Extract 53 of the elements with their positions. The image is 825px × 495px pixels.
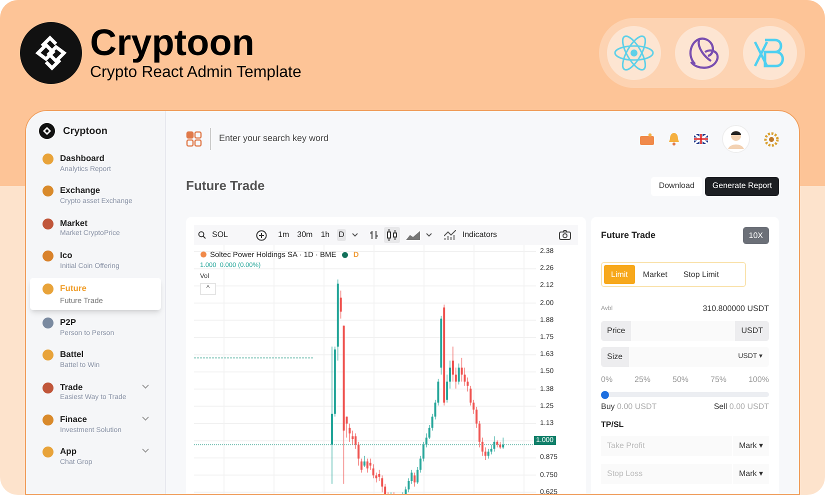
candle-style-icon[interactable] <box>384 227 400 243</box>
available-value: 310.800000 USDT <box>702 303 769 315</box>
flag-icon <box>694 134 708 144</box>
interval-tab[interactable]: 30m <box>296 229 314 241</box>
take-profit-field[interactable]: Take Profit <box>601 436 732 456</box>
price-field[interactable]: Price USDT <box>601 321 769 341</box>
mark-dropdown[interactable]: Mark ▾ <box>733 436 769 456</box>
atom-icon <box>607 26 661 80</box>
caret-icon[interactable] <box>426 233 432 237</box>
sun-icon <box>200 251 207 258</box>
sell-amount: Sell 0.00 USDT <box>714 401 769 413</box>
camera-icon[interactable] <box>559 230 571 240</box>
stop-loss-field[interactable]: Stop Loss <box>601 464 732 484</box>
symbol-field[interactable]: SOL <box>212 229 250 241</box>
chevron-down-icon[interactable] <box>142 448 149 453</box>
order-type-tab[interactable]: Stop Limit <box>675 265 727 284</box>
leverage-button[interactable]: 10X <box>742 227 769 244</box>
search-icon <box>198 231 206 239</box>
tpsl-label: TP/SL <box>601 419 625 431</box>
search-field[interactable]: Enter your search key word <box>219 132 419 146</box>
b-logo-icon <box>743 26 797 80</box>
loop-logo-icon <box>675 26 729 80</box>
order-type-tab[interactable]: Market <box>634 265 676 284</box>
banner-title: Cryptoon <box>90 22 256 62</box>
gear-icon <box>764 132 779 146</box>
slider-thumb[interactable] <box>601 390 609 398</box>
buy-amount: Buy 0.00 USDT <box>601 401 657 413</box>
chevron-down-icon[interactable] <box>142 384 149 388</box>
chevron-down-icon[interactable] <box>142 416 149 421</box>
mark-dropdown[interactable]: Mark ▾ <box>733 464 769 484</box>
area-style-icon[interactable] <box>406 230 420 240</box>
indicators-button[interactable]: Indicators <box>462 229 498 241</box>
amount-slider[interactable] <box>601 392 769 397</box>
avatar-icon <box>722 125 750 153</box>
apps-grid-icon <box>186 131 202 147</box>
logo-icon <box>39 123 55 139</box>
brand-name: Cryptoon <box>63 124 108 138</box>
bell-icon <box>668 132 680 146</box>
bar-style-icon[interactable] <box>370 230 378 240</box>
interval-tab[interactable]: D <box>336 229 346 241</box>
order-title: Future Trade <box>601 228 656 242</box>
download-button[interactable]: Download <box>650 176 702 196</box>
caret-icon[interactable] <box>352 233 358 237</box>
status-dot-icon <box>342 252 348 258</box>
banner-subtitle: Crypto React Admin Template <box>90 63 302 82</box>
indicators-icon <box>444 230 456 240</box>
interval-tab[interactable]: 1m <box>277 229 290 241</box>
interval-tab[interactable]: 1h <box>320 229 331 241</box>
plus-icon[interactable] <box>256 230 267 240</box>
wallet-icon <box>640 133 654 145</box>
logo-icon <box>20 22 82 84</box>
generate-report-button[interactable]: Generate Report <box>705 176 779 196</box>
page-title: Future Trade <box>186 177 265 196</box>
